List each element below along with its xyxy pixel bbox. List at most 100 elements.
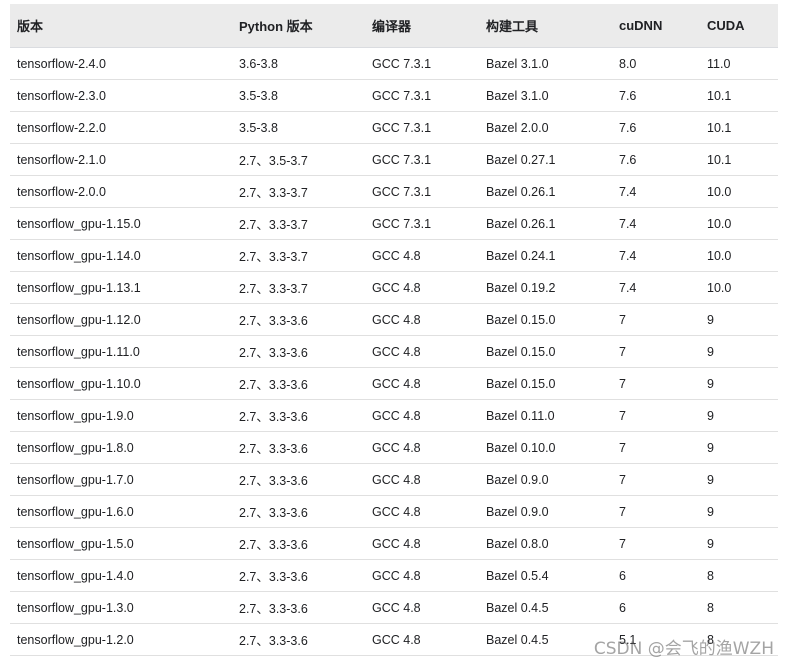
cell-compiler: GCC 4.8 (365, 495, 479, 528)
cell-build-tool: Bazel 0.15.0 (479, 335, 612, 368)
cell-cuda: 11.0 (700, 47, 778, 80)
cell-cudnn: 7.4 (612, 175, 700, 208)
table-row: tensorflow-2.4.0 3.6-3.8 GCC 7.3.1 Bazel 3.… (10, 47, 778, 80)
cell-cuda: 9 (700, 303, 778, 336)
cell-build-tool: Bazel 0.9.0 (479, 495, 612, 528)
cell-build-tool: Bazel 0.24.1 (479, 239, 612, 272)
cell-build-tool: Bazel 0.4.5 (479, 623, 612, 656)
cell-build-tool: Bazel 3.1.0 (479, 79, 612, 112)
cell-python: 3.6-3.8 (232, 47, 365, 80)
cell-version: tensorflow_gpu-1.6.0 (10, 495, 232, 528)
cell-version: tensorflow_gpu-1.13.1 (10, 271, 232, 304)
cell-compiler: GCC 7.3.1 (365, 111, 479, 144)
cell-python: 2.7、3.3-3.7 (232, 239, 365, 272)
table-row: tensorflow_gpu-1.15.0 2.7、3.3-3.7 GCC 7.3.… (10, 207, 778, 240)
cell-cuda: 8 (700, 591, 778, 624)
cell-compiler: GCC 4.8 (365, 271, 479, 304)
cell-compiler: GCC 4.8 (365, 303, 479, 336)
cell-python: 2.7、3.3-3.6 (232, 623, 365, 656)
table-row: tensorflow_gpu-1.14.0 2.7、3.3-3.7 GCC 4.8 B… (10, 239, 778, 272)
table-row: tensorflow-2.3.0 3.5-3.8 GCC 7.3.1 Bazel 3.… (10, 79, 778, 112)
cell-cuda: 10.0 (700, 271, 778, 304)
cell-cudnn: 7.4 (612, 271, 700, 304)
cell-compiler: GCC 7.3.1 (365, 207, 479, 240)
table-row: tensorflow_gpu-1.5.0 2.7、3.3-3.6 GCC 4.8 Ba… (10, 527, 778, 560)
cell-build-tool: Bazel 3.1.0 (479, 47, 612, 80)
cell-compiler: GCC 4.8 (365, 399, 479, 432)
cell-build-tool: Bazel 0.26.1 (479, 207, 612, 240)
cell-python: 2.7、3.3-3.6 (232, 399, 365, 432)
cell-cuda: 9 (700, 399, 778, 432)
cell-cuda: 9 (700, 463, 778, 496)
table-row: tensorflow-2.0.0 2.7、3.3-3.7 GCC 7.3.1 Baze… (10, 175, 778, 208)
table-row: tensorflow_gpu-1.9.0 2.7、3.3-3.6 GCC 4.8 Ba… (10, 399, 778, 432)
cell-compiler: GCC 7.3.1 (365, 143, 479, 176)
table-row: tensorflow_gpu-1.10.0 2.7、3.3-3.6 GCC 4.8 B… (10, 367, 778, 400)
cell-build-tool: Bazel 0.15.0 (479, 367, 612, 400)
table-row: tensorflow_gpu-1.4.0 2.7、3.3-3.6 GCC 4.8 Ba… (10, 559, 778, 592)
cell-compiler: GCC 4.8 (365, 623, 479, 656)
cell-version: tensorflow_gpu-1.2.0 (10, 623, 232, 656)
cell-cudnn: 7.6 (612, 143, 700, 176)
cell-python: 2.7、3.3-3.6 (232, 367, 365, 400)
cell-build-tool: Bazel 0.8.0 (479, 527, 612, 560)
cell-compiler: GCC 4.8 (365, 591, 479, 624)
version-table-container: 版本 Python 版本 编译器 构建工具 cuDNN CUDA tensorf… (10, 4, 778, 656)
cell-cuda: 9 (700, 335, 778, 368)
cell-build-tool: Bazel 0.10.0 (479, 431, 612, 464)
cell-cudnn: 7.6 (612, 79, 700, 112)
cell-python: 2.7、3.3-3.7 (232, 175, 365, 208)
cell-python: 3.5-3.8 (232, 111, 365, 144)
header-build-tool: 构建工具 (479, 4, 612, 48)
cell-python: 2.7、3.3-3.6 (232, 559, 365, 592)
table-row: tensorflow_gpu-1.11.0 2.7、3.3-3.6 GCC 4.8 B… (10, 335, 778, 368)
cell-version: tensorflow_gpu-1.5.0 (10, 527, 232, 560)
cell-compiler: GCC 7.3.1 (365, 79, 479, 112)
cell-cudnn: 6 (612, 559, 700, 592)
tensorflow-version-table: 版本 Python 版本 编译器 构建工具 cuDNN CUDA tensorf… (10, 4, 778, 656)
header-version: 版本 (10, 4, 232, 48)
cell-build-tool: Bazel 0.9.0 (479, 463, 612, 496)
cell-cuda: 8 (700, 559, 778, 592)
cell-version: tensorflow_gpu-1.14.0 (10, 239, 232, 272)
cell-python: 2.7、3.3-3.6 (232, 495, 365, 528)
table-row: tensorflow_gpu-1.3.0 2.7、3.3-3.6 GCC 4.8 Ba… (10, 591, 778, 624)
cell-cuda: 10.1 (700, 143, 778, 176)
cell-cuda: 10.1 (700, 79, 778, 112)
table-row: tensorflow_gpu-1.8.0 2.7、3.3-3.6 GCC 4.8 Ba… (10, 431, 778, 464)
cell-build-tool: Bazel 0.5.4 (479, 559, 612, 592)
cell-cudnn: 7 (612, 399, 700, 432)
cell-cuda: 9 (700, 431, 778, 464)
table-row: tensorflow_gpu-1.7.0 2.7、3.3-3.6 GCC 4.8 Ba… (10, 463, 778, 496)
header-compiler: 编译器 (365, 4, 479, 48)
cell-cudnn: 7 (612, 335, 700, 368)
cell-cuda: 10.0 (700, 175, 778, 208)
cell-version: tensorflow_gpu-1.4.0 (10, 559, 232, 592)
cell-build-tool: Bazel 0.15.0 (479, 303, 612, 336)
cell-python: 2.7、3.3-3.6 (232, 303, 365, 336)
cell-cuda: 10.0 (700, 207, 778, 240)
table-body: tensorflow-2.4.0 3.6-3.8 GCC 7.3.1 Bazel 3.… (10, 47, 778, 656)
cell-build-tool: Bazel 0.11.0 (479, 399, 612, 432)
cell-cuda: 10.0 (700, 239, 778, 272)
cell-compiler: GCC 4.8 (365, 239, 479, 272)
cell-compiler: GCC 7.3.1 (365, 47, 479, 80)
cell-version: tensorflow_gpu-1.15.0 (10, 207, 232, 240)
cell-python: 2.7、3.3-3.6 (232, 335, 365, 368)
cell-python: 2.7、3.3-3.7 (232, 207, 365, 240)
cell-version: tensorflow-2.2.0 (10, 111, 232, 144)
cell-version: tensorflow-2.3.0 (10, 79, 232, 112)
table-row: tensorflow-2.1.0 2.7、3.5-3.7 GCC 7.3.1 Baze… (10, 143, 778, 176)
cell-python: 3.5-3.8 (232, 79, 365, 112)
cell-python: 2.7、3.5-3.7 (232, 143, 365, 176)
cell-version: tensorflow_gpu-1.8.0 (10, 431, 232, 464)
cell-version: tensorflow-2.4.0 (10, 47, 232, 80)
cell-python: 2.7、3.3-3.6 (232, 591, 365, 624)
cell-version: tensorflow_gpu-1.9.0 (10, 399, 232, 432)
cell-compiler: GCC 4.8 (365, 463, 479, 496)
cell-compiler: GCC 4.8 (365, 367, 479, 400)
cell-cudnn: 7 (612, 495, 700, 528)
cell-version: tensorflow_gpu-1.12.0 (10, 303, 232, 336)
cell-compiler: GCC 7.3.1 (365, 175, 479, 208)
cell-compiler: GCC 4.8 (365, 431, 479, 464)
